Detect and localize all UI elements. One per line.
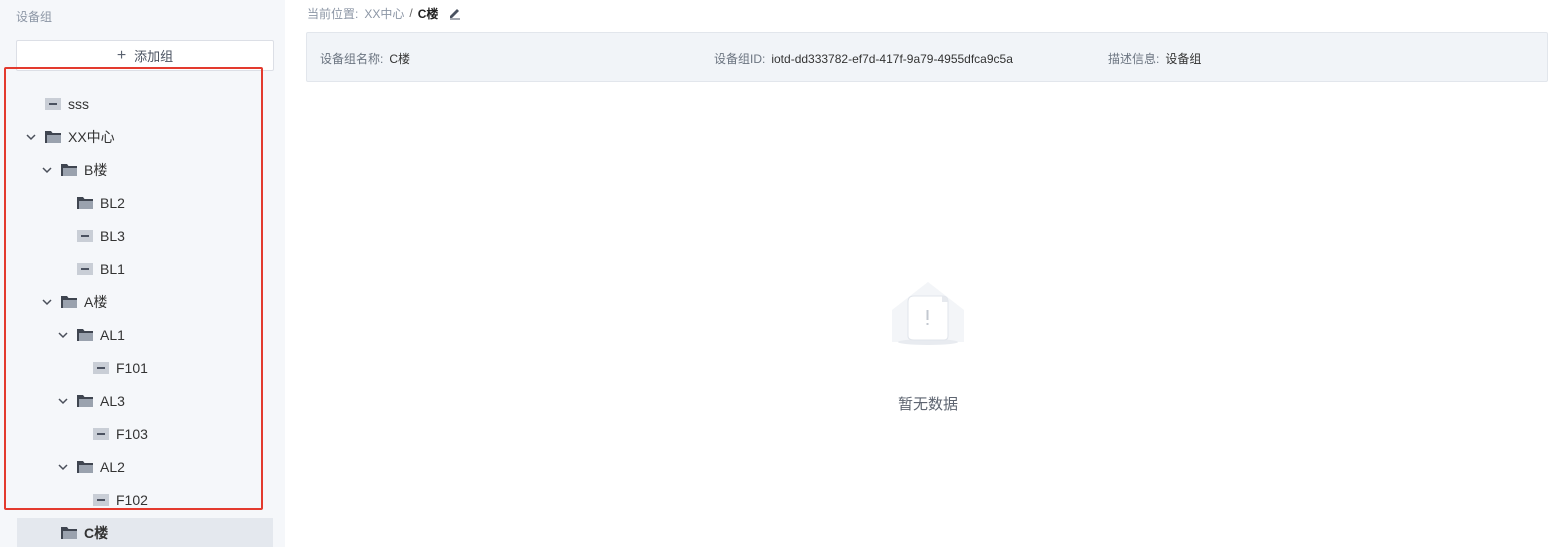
tree-node-label: AL2: [100, 459, 125, 475]
folder-open-icon: [60, 295, 78, 309]
folder-open-icon: [44, 130, 62, 144]
folder-closed-icon: [76, 262, 94, 276]
folder-open-icon: [60, 526, 78, 540]
group-id-key: 设备组ID:: [714, 52, 766, 66]
group-id-field: 设备组ID: iotd-dd333782-ef7d-417f-9a79-4955d…: [714, 50, 1013, 67]
group-name-value: C楼: [389, 52, 411, 66]
group-desc-key: 描述信息:: [1108, 52, 1160, 66]
tree-node-label: sss: [68, 96, 89, 112]
tree-node-label: AL3: [100, 393, 125, 409]
tree-node-label: XX中心: [68, 129, 115, 145]
group-desc-field: 描述信息: 设备组: [1108, 50, 1201, 67]
tree-node-label: B楼: [84, 162, 108, 178]
add-group-label: 添加组: [134, 49, 174, 64]
tree-node-label: BL1: [100, 261, 125, 277]
empty-state-text: 暂无数据: [897, 396, 958, 413]
tree-node-label: BL3: [100, 228, 125, 244]
folder-closed-icon: [76, 229, 94, 243]
tree-node-al1[interactable]: AL1: [56, 322, 125, 348]
folder-open-icon: [76, 394, 94, 408]
tree-node-label: BL2: [100, 195, 125, 211]
tree-node-label: F102: [116, 492, 148, 508]
empty-document-icon: [892, 282, 964, 345]
folder-open-icon: [76, 196, 94, 210]
tree-node-al2[interactable]: AL2: [56, 454, 125, 480]
folder-open-icon: [76, 328, 94, 342]
tree-node-label: F103: [116, 426, 148, 442]
app: 设备组 + 添加组 sss XX中心 B楼 BL2 BL3 BL1 A楼 AL1…: [0, 0, 1558, 547]
breadcrumb-current: C楼: [417, 6, 439, 21]
tree-node-a-building[interactable]: A楼: [40, 289, 107, 315]
folder-closed-icon: [44, 97, 62, 111]
tree-node-bl3[interactable]: BL3: [56, 223, 125, 249]
folder-closed-icon: [92, 361, 110, 375]
folder-closed-icon: [92, 427, 110, 441]
tree-node-b-building[interactable]: B楼: [40, 157, 107, 183]
tree-node-label: AL1: [100, 327, 125, 343]
edit-icon[interactable]: [448, 6, 462, 20]
chevron-down-icon[interactable]: [40, 295, 54, 309]
chevron-down-icon[interactable]: [40, 163, 54, 177]
breadcrumb: 当前位置: XX中心 / C楼: [307, 4, 462, 22]
breadcrumb-parent-link[interactable]: XX中心: [364, 5, 404, 22]
tree-node-xx-center[interactable]: XX中心: [24, 124, 115, 150]
breadcrumb-prefix: 当前位置:: [307, 6, 359, 21]
chevron-down-icon[interactable]: [56, 328, 70, 342]
group-desc-value: 设备组: [1165, 52, 1202, 66]
tree-node-f101[interactable]: F101: [72, 355, 148, 381]
tree-node-label: A楼: [84, 294, 108, 310]
folder-open-icon: [60, 163, 78, 177]
group-id-value: iotd-dd333782-ef7d-417f-9a79-4955dfca9c5…: [771, 52, 1013, 66]
folder-open-icon: [76, 460, 94, 474]
folder-closed-icon: [92, 493, 110, 507]
tree-node-f103[interactable]: F103: [72, 421, 148, 447]
tree-node-bl1[interactable]: BL1: [56, 256, 125, 282]
breadcrumb-separator: /: [409, 6, 413, 20]
sidebar-title: 设备组: [16, 10, 53, 24]
group-info-bar: 设备组名称: C楼 设备组ID: iotd-dd333782-ef7d-417f-9…: [306, 32, 1548, 82]
tree-node-label: C楼: [84, 524, 109, 541]
tree-node-label: F101: [116, 360, 148, 376]
chevron-down-icon[interactable]: [24, 130, 38, 144]
sidebar: 设备组 + 添加组 sss XX中心 B楼 BL2 BL3 BL1 A楼 AL1…: [0, 0, 285, 547]
plus-icon: +: [116, 46, 127, 64]
tree-node-c-building[interactable]: C楼: [17, 518, 273, 547]
chevron-down-icon[interactable]: [56, 460, 70, 474]
tree-node-al3[interactable]: AL3: [56, 388, 125, 414]
group-name-field: 设备组名称: C楼: [320, 50, 410, 67]
chevron-down-icon[interactable]: [56, 394, 70, 408]
tree-node-f102[interactable]: F102: [72, 487, 148, 513]
tree-node-bl2[interactable]: BL2: [56, 190, 125, 216]
group-name-key: 设备组名称:: [320, 52, 384, 66]
tree-node-sss[interactable]: sss: [24, 91, 89, 117]
